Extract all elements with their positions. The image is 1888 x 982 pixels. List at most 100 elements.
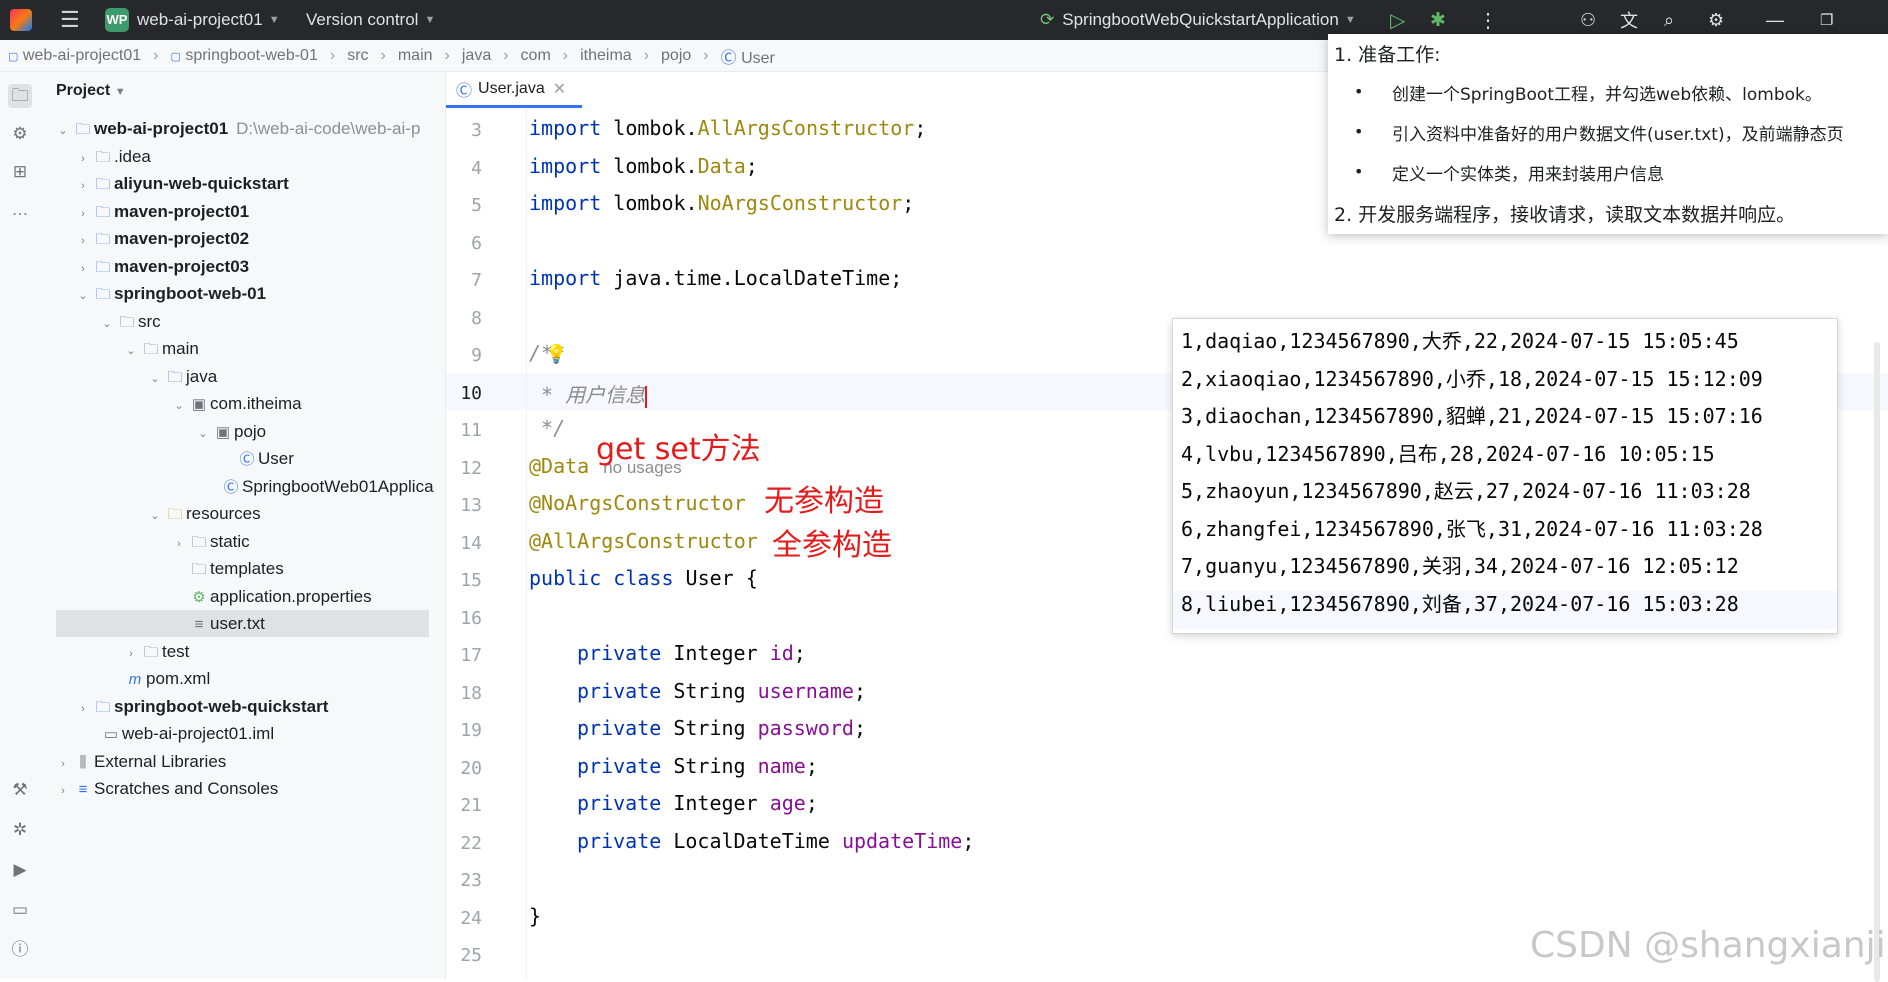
tree-item[interactable]: ⌄ 🗀 resources bbox=[146, 500, 260, 527]
tree-item[interactable]: ⌄ 🗀 springboot-web-01 bbox=[74, 280, 266, 307]
data-row: 1,daqiao,1234567890,大乔,22,2024-07-15 15:… bbox=[1181, 329, 1739, 353]
user-txt-preview: 1,daqiao,1234567890,大乔,22,2024-07-15 15:… bbox=[1172, 318, 1838, 634]
line-number: 12 bbox=[460, 458, 482, 479]
line-number: 10 bbox=[460, 383, 482, 404]
tree-item[interactable]: › ⫼ External Libraries bbox=[54, 748, 226, 775]
more-tools-icon[interactable]: … bbox=[8, 198, 32, 222]
note-bullet: 引入资料中准备好的用户数据文件(user.txt)，及前端静态页 bbox=[1392, 125, 1844, 145]
chevron-down-icon: ▼ bbox=[424, 14, 436, 26]
class-icon: Ⓒ bbox=[456, 82, 473, 100]
breadcrumb-item[interactable]: main bbox=[398, 47, 433, 65]
editor-scrollbar[interactable] bbox=[1874, 342, 1880, 982]
note-bullet-icon: • bbox=[1354, 82, 1364, 101]
tree-item[interactable]: › 🗀 aliyun-web-quickstart bbox=[74, 170, 289, 197]
tree-item[interactable]: › ≡ Scratches and Consoles bbox=[54, 775, 278, 802]
tree-item[interactable]: Ⓒ SpringbootWeb01Applica bbox=[220, 473, 433, 500]
commit-icon[interactable]: ⚙ bbox=[8, 122, 32, 146]
tree-item[interactable]: ⌄ 🗀 main bbox=[122, 335, 198, 362]
structure-icon[interactable]: ⊞ bbox=[8, 160, 32, 184]
problems-icon[interactable]: ⓘ bbox=[8, 938, 32, 962]
line-number: 24 bbox=[460, 908, 482, 929]
task-notes-panel: 1. 准备工作: • 创建一个SpringBoot工程，并勾选web依赖、lom… bbox=[1328, 34, 1888, 234]
tab-label: User.java bbox=[478, 79, 545, 97]
services-icon[interactable]: ▶ bbox=[8, 858, 32, 882]
tree-item[interactable]: › 🗀 maven-project03 bbox=[74, 253, 249, 280]
tree-item[interactable]: m pom.xml bbox=[124, 665, 210, 692]
tool-window-strip: 🗀 ⚙ ⊞ … ⚒ ✲ ▶ ▭ ⓘ bbox=[0, 72, 41, 979]
note-item-2: 2. 开发服务端程序，接收请求，读取文本数据并响应。 bbox=[1334, 204, 1796, 226]
line-number: 14 bbox=[460, 533, 482, 554]
line-number: 8 bbox=[471, 308, 482, 329]
code-line: import lombok.Data; bbox=[529, 154, 758, 178]
annotation-allargs: 全参构造 bbox=[772, 528, 892, 563]
code-line: import lombok.AllArgsConstructor; bbox=[529, 116, 927, 140]
note-bullet: 定义一个实体类，用来封装用户信息 bbox=[1392, 165, 1664, 185]
data-row: 5,zhaoyun,1234567890,赵云,27,2024-07-16 11… bbox=[1181, 479, 1751, 503]
breadcrumb-item[interactable]: com bbox=[521, 47, 551, 65]
breadcrumb-item[interactable]: itheima bbox=[580, 47, 632, 65]
close-icon[interactable]: ✕ bbox=[553, 79, 566, 99]
line-number: 21 bbox=[460, 795, 482, 816]
code-line: public class User { bbox=[529, 566, 758, 590]
main-menu-icon[interactable]: ☰ bbox=[60, 0, 80, 40]
terminal-icon[interactable]: ▭ bbox=[8, 898, 32, 922]
tree-item[interactable]: ⌄ 🗀 java bbox=[146, 363, 217, 390]
project-panel-title[interactable]: Project ▼ bbox=[56, 82, 126, 100]
breadcrumb-item[interactable]: ▢ web-ai-project01 bbox=[8, 47, 141, 65]
lightbulb-icon[interactable]: 💡 bbox=[545, 344, 567, 365]
chevron-down-icon: ▼ bbox=[268, 14, 280, 26]
tree-item[interactable]: › 🗀 test bbox=[122, 638, 189, 665]
line-number: 11 bbox=[460, 420, 482, 441]
tree-item[interactable]: ⌄ ▣ pojo bbox=[194, 418, 266, 445]
vcs-menu[interactable]: Version control ▼ bbox=[306, 0, 435, 40]
line-number: 19 bbox=[460, 720, 482, 741]
tree-item[interactable]: › 🗀 static bbox=[170, 528, 250, 555]
line-number: 25 bbox=[460, 945, 482, 966]
run-config-selector[interactable]: ⟳ SpringbootWebQuickstartApplication ▼ bbox=[1040, 0, 1356, 40]
project-switcher[interactable]: WP web-ai-project01 ▼ bbox=[105, 0, 280, 40]
line-number: 20 bbox=[460, 758, 482, 779]
tree-item[interactable]: › 🗀 springboot-web-quickstart bbox=[74, 693, 328, 720]
code-line: private String username; bbox=[577, 679, 867, 703]
project-folder-icon[interactable]: 🗀 bbox=[8, 84, 32, 108]
line-number: 23 bbox=[460, 870, 482, 891]
tree-item[interactable]: 🗀 templates bbox=[188, 555, 283, 582]
vcs-label: Version control bbox=[306, 10, 419, 29]
build-icon[interactable]: ⚒ bbox=[8, 778, 32, 802]
annotation-getset: get set方法 bbox=[596, 432, 761, 467]
caret bbox=[645, 385, 648, 408]
data-row: 7,guanyu,1234567890,关羽,34,2024-07-16 12:… bbox=[1181, 554, 1739, 578]
breadcrumb-item[interactable]: ▢ springboot-web-01 bbox=[170, 47, 317, 65]
breadcrumb-item[interactable]: java bbox=[462, 47, 491, 65]
line-number: 18 bbox=[460, 683, 482, 704]
line-number: 13 bbox=[460, 495, 482, 516]
tree-item[interactable]: ▭ web-ai-project01.iml bbox=[100, 720, 274, 747]
tree-item-user-txt[interactable]: ≡ user.txt bbox=[56, 610, 429, 637]
breadcrumb-item[interactable]: src bbox=[347, 47, 368, 65]
breadcrumb-item[interactable]: Ⓒ User bbox=[721, 44, 775, 68]
line-number: 7 bbox=[471, 270, 482, 291]
code-line: import java.time.LocalDateTime; bbox=[529, 266, 903, 290]
annotation-noargs: 无参构造 bbox=[764, 484, 884, 519]
tree-item[interactable]: › 🗀 maven-project01 bbox=[74, 198, 249, 225]
line-number: 17 bbox=[460, 645, 482, 666]
tree-item-user-class[interactable]: Ⓒ User bbox=[236, 445, 293, 472]
data-row: 8,liubei,1234567890,刘备,37,2024-07-16 15:… bbox=[1181, 592, 1739, 616]
chevron-down-icon: ▼ bbox=[1344, 14, 1356, 26]
project-panel: Project ▼ ⌄ 🗀 web-ai-project01 D:\web-ai-co… bbox=[40, 72, 446, 979]
tree-item[interactable]: ⚙ application.properties bbox=[188, 583, 371, 610]
debug-tool-icon[interactable]: ✲ bbox=[8, 818, 32, 842]
code-line: @AllArgsConstructor bbox=[529, 529, 758, 553]
line-number: 22 bbox=[460, 833, 482, 854]
app-logo-icon[interactable] bbox=[10, 0, 32, 40]
tree-item[interactable]: ⌄ 🗀 src bbox=[98, 308, 160, 335]
tree-item[interactable]: › 🗀 .idea bbox=[74, 143, 151, 170]
code-line: private Integer age; bbox=[577, 791, 818, 815]
line-number: 16 bbox=[460, 608, 482, 629]
tree-item[interactable]: › 🗀 maven-project02 bbox=[74, 225, 249, 252]
tree-item-root[interactable]: ⌄ 🗀 web-ai-project01 D:\web-ai-code\web-ai-… bbox=[54, 115, 420, 142]
code-line: private String name; bbox=[577, 754, 818, 778]
tree-item[interactable]: ⌄ ▣ com.itheima bbox=[170, 390, 301, 417]
breadcrumb-item[interactable]: pojo bbox=[661, 47, 691, 65]
tab-user-java[interactable]: Ⓒ User.java ✕ bbox=[446, 72, 583, 108]
